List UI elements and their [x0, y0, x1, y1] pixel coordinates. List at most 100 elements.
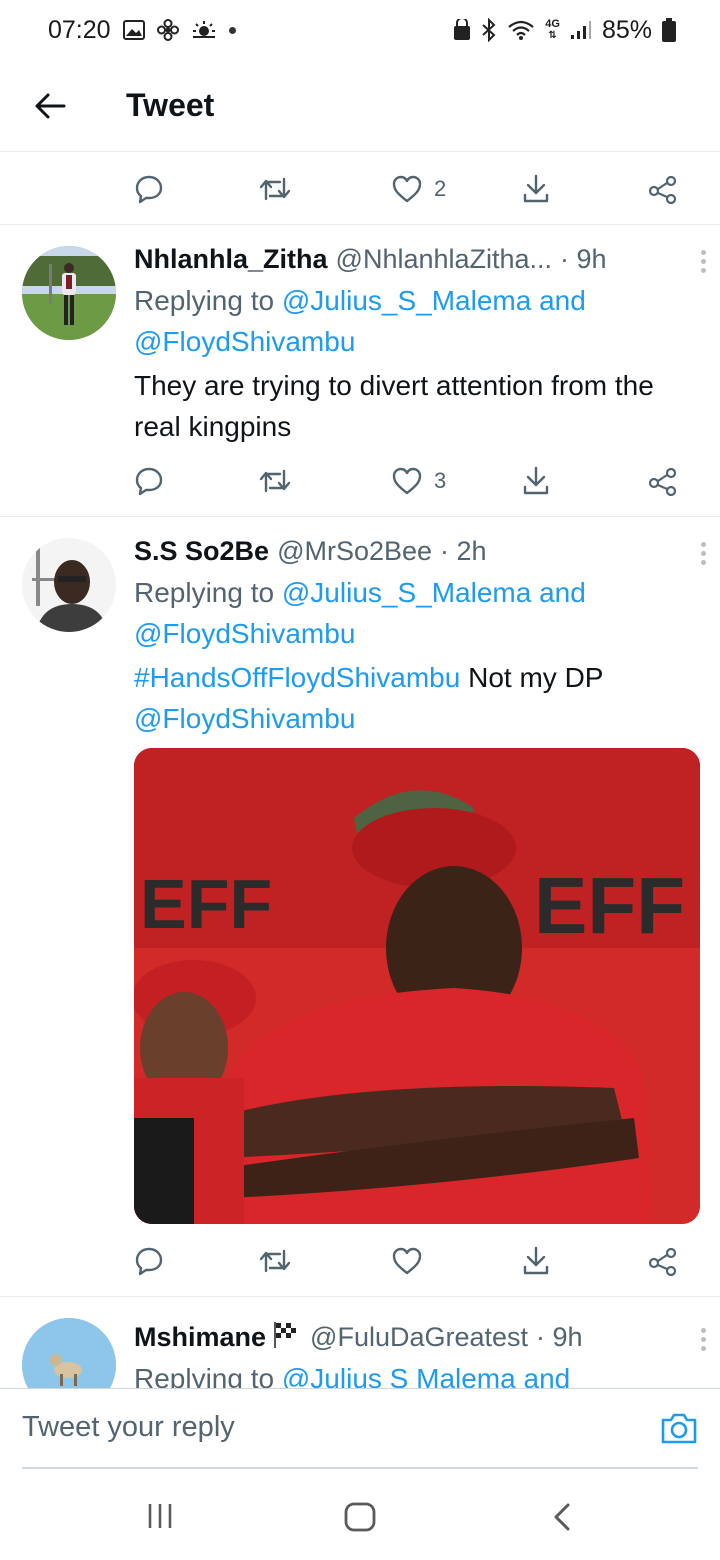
arrow-left-icon — [35, 93, 66, 118]
save-button[interactable] — [522, 173, 550, 205]
replying-to: Replying to @Julius S Malema and — [134, 1358, 698, 1388]
lock-battery-icon — [453, 19, 471, 41]
divider — [0, 516, 720, 517]
app-header: Tweet — [0, 60, 720, 152]
tweet-time: · 9h — [560, 243, 607, 274]
tweet-header: S.S So2Be @MrSo2Bee · 2h — [134, 532, 698, 570]
avatar[interactable] — [22, 246, 116, 340]
save-button[interactable] — [522, 1245, 550, 1277]
save-button[interactable] — [522, 465, 550, 497]
replying-to: Replying to @Julius_S_Malema and @FloydSh… — [134, 280, 698, 362]
like-count: 3 — [434, 468, 447, 493]
replying-to: Replying to @Julius_S_Malema and @FloydSh… — [134, 572, 698, 654]
tweet-image[interactable]: EFF EFF — [134, 748, 700, 1224]
wifi-icon — [507, 19, 535, 41]
chevron-left-icon — [554, 1503, 570, 1531]
more-options-icon[interactable] — [701, 542, 706, 565]
divider — [0, 1296, 720, 1297]
mention-link[interactable]: @FloydShivambu — [134, 326, 355, 357]
mention-link[interactable]: @Julius_S_Malema — [282, 577, 531, 608]
avatar[interactable] — [22, 538, 116, 632]
share-icon — [648, 1247, 677, 1276]
share-button[interactable] — [648, 1246, 678, 1276]
share-button[interactable] — [648, 174, 678, 204]
mention-link[interactable]: @FloydShivambu — [134, 703, 355, 734]
like-button[interactable]: 2 — [392, 175, 446, 203]
reply-icon — [135, 1247, 163, 1276]
display-name[interactable]: Mshimane — [134, 1322, 266, 1353]
mention-link[interactable]: @Julius S Malema — [282, 1363, 516, 1388]
user-handle[interactable]: @MrSo2Bee — [277, 536, 432, 567]
retweet-icon — [259, 177, 291, 201]
tweet-actions — [134, 1226, 694, 1296]
back-button[interactable] — [0, 60, 100, 152]
display-name[interactable]: S.S So2Be — [134, 536, 269, 567]
chequered-flag-icon — [272, 1320, 302, 1355]
reply-icon — [135, 175, 163, 204]
battery-icon — [662, 18, 676, 42]
tweet-actions: 3 — [134, 446, 694, 516]
tweet-header: Nhlanhla_Zitha @NhlanhlaZitha... · 9h — [134, 240, 698, 278]
tweet-time: · 9h — [536, 1321, 583, 1352]
replying-label: Replying to — [134, 1363, 282, 1388]
more-options-icon[interactable] — [701, 1328, 706, 1351]
network-type-label: 4G — [545, 18, 560, 30]
status-time: 07:20 — [48, 15, 111, 44]
replying-label: Replying to — [134, 577, 282, 608]
tweet-text: They are trying to divert attention from… — [134, 370, 654, 442]
share-button[interactable] — [648, 466, 678, 496]
page-title: Tweet — [126, 87, 215, 123]
retweet-icon — [259, 1249, 291, 1273]
reply-button[interactable] — [134, 174, 164, 204]
heart-icon — [392, 1247, 422, 1275]
retweet-button[interactable] — [258, 175, 292, 203]
home-icon — [344, 1502, 376, 1532]
download-icon — [523, 174, 549, 203]
retweet-button[interactable] — [258, 467, 292, 495]
tweet-time: · 2h — [440, 535, 487, 566]
like-button[interactable]: 3 — [392, 467, 446, 495]
more-options-icon[interactable] — [701, 250, 706, 273]
display-name[interactable]: Nhlanhla_Zitha — [134, 244, 328, 275]
share-icon — [648, 467, 677, 496]
image-text-eff-right: EFF — [534, 861, 685, 950]
like-button[interactable] — [392, 1247, 422, 1275]
replying-and[interactable]: and — [516, 1363, 570, 1388]
hashtag-link[interactable]: #HandsOffFloydShivambu — [134, 662, 460, 693]
user-handle[interactable]: @FuluDaGreatest — [310, 1322, 528, 1353]
reply-input[interactable]: Tweet your reply — [22, 1411, 235, 1444]
retweet-icon — [259, 469, 291, 493]
retweet-button[interactable] — [258, 1247, 292, 1275]
download-icon — [523, 1246, 549, 1275]
reply-tweet[interactable]: S.S So2Be @MrSo2Bee · 2h Replying to @Ju… — [0, 518, 720, 1296]
reply-button[interactable] — [134, 466, 164, 496]
bluetooth-icon — [481, 18, 497, 42]
system-back-button[interactable] — [552, 1502, 572, 1537]
user-handle[interactable]: @NhlanhlaZitha... — [336, 244, 553, 275]
mention-link[interactable]: @Julius_S_Malema — [282, 285, 531, 316]
status-bar: 07:20 4G ⇅ 85% — [0, 0, 720, 60]
notification-dot-icon — [228, 26, 236, 34]
tweet-actions: 2 — [134, 154, 694, 224]
heart-icon — [392, 467, 422, 495]
tweet-text-body: Not my DP — [460, 662, 604, 693]
camera-button[interactable] — [660, 1411, 698, 1450]
weather-icon — [191, 20, 217, 40]
avatar[interactable] — [22, 1318, 116, 1388]
mention-link[interactable]: @FloydShivambu — [134, 618, 355, 649]
replying-and[interactable]: and — [531, 285, 586, 316]
download-icon — [523, 466, 549, 495]
gallery-icon — [122, 20, 145, 40]
tweet-header: Mshimane @FuluDaGreatest · 9h — [134, 1318, 698, 1356]
replying-and[interactable]: and — [531, 577, 586, 608]
recent-apps-icon — [148, 1504, 172, 1528]
reply-tweet[interactable]: Mshimane @FuluDaGreatest · 9h Replying t… — [0, 1298, 720, 1388]
home-button[interactable] — [344, 1502, 376, 1537]
system-nav-bar — [0, 1470, 720, 1560]
reply-composer: Tweet your reply — [0, 1388, 720, 1469]
like-count: 2 — [434, 176, 447, 201]
battery-percent: 85% — [601, 15, 652, 44]
recent-apps-button[interactable] — [146, 1502, 174, 1535]
reply-button[interactable] — [134, 1246, 164, 1276]
network-type-icon: 4G ⇅ — [545, 18, 560, 42]
